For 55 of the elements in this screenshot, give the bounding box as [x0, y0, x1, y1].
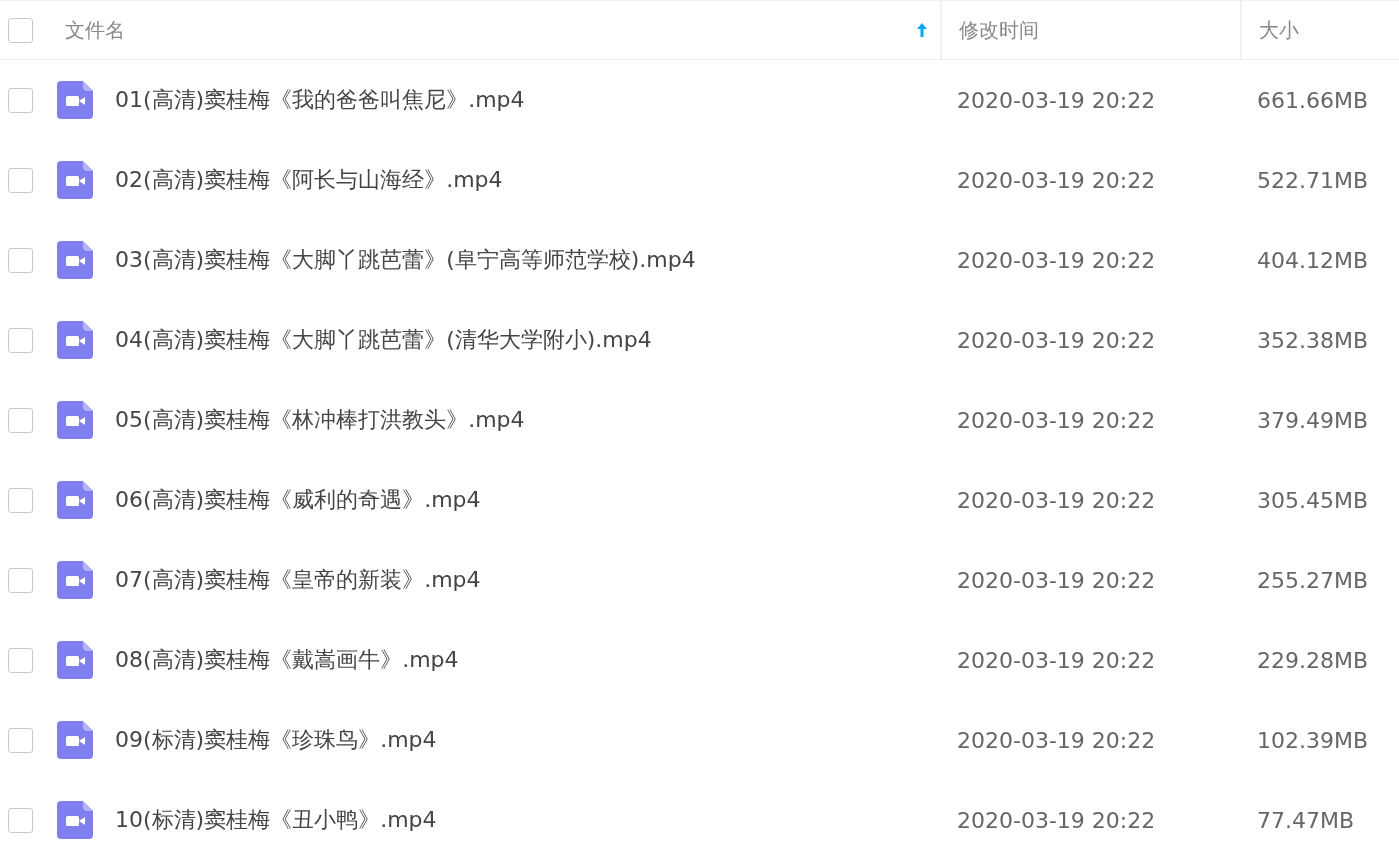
file-name[interactable]: 09(标清)窦桂梅《珍珠鸟》.mp4 [115, 725, 437, 755]
file-size: 255.27MB [1256, 567, 1370, 593]
modified-time: 2020-03-19 20:22 [956, 487, 1157, 513]
checkbox[interactable] [8, 487, 33, 513]
sort-ascending-icon[interactable] [916, 22, 928, 38]
checkbox[interactable] [8, 327, 33, 353]
video-file-icon [57, 481, 93, 519]
checkbox[interactable] [8, 167, 33, 193]
modified-time: 2020-03-19 20:22 [956, 727, 1157, 753]
modified-time: 2020-03-19 20:22 [956, 807, 1157, 833]
file-size: 404.12MB [1256, 247, 1370, 273]
checkbox[interactable] [8, 247, 33, 273]
file-name[interactable]: 01(高清)窦桂梅《我的爸爸叫焦尼》.mp4 [115, 85, 525, 115]
modified-time: 2020-03-19 20:22 [956, 87, 1157, 113]
video-file-icon [57, 721, 93, 759]
video-file-icon [57, 561, 93, 599]
modified-time: 2020-03-19 20:22 [956, 647, 1157, 673]
file-name[interactable]: 04(高清)窦桂梅《大脚丫跳芭蕾》(清华大学附小).mp4 [115, 325, 652, 355]
video-file-icon [57, 81, 93, 119]
checkbox[interactable] [8, 407, 33, 433]
file-name[interactable]: 10(标清)窦桂梅《丑小鸭》.mp4 [115, 805, 437, 835]
column-header[interactable]: 文件名 [65, 16, 916, 44]
file-size: 661.66MB [1256, 87, 1370, 113]
checkbox[interactable] [8, 807, 33, 833]
video-file-icon [57, 241, 93, 279]
video-file-icon [57, 641, 93, 679]
checkbox[interactable] [8, 87, 33, 113]
modified-time: 2020-03-19 20:22 [956, 167, 1157, 193]
video-file-icon [57, 801, 93, 839]
file-size: 229.28MB [1256, 647, 1370, 673]
modified-time: 2020-03-19 20:22 [956, 247, 1157, 273]
file-name[interactable]: 05(高清)窦桂梅《林冲棒打洪教头》.mp4 [115, 405, 525, 435]
column-header[interactable]: 修改时间 [959, 16, 1039, 44]
file-size: 77.47MB [1256, 807, 1356, 833]
file-size: 379.49MB [1256, 407, 1370, 433]
modified-time: 2020-03-19 20:22 [956, 327, 1157, 353]
file-name[interactable]: 03(高清)窦桂梅《大脚丫跳芭蕾》(阜宁高等师范学校).mp4 [115, 245, 696, 275]
checkbox[interactable] [8, 647, 33, 673]
checkbox[interactable] [8, 567, 33, 593]
video-file-icon [57, 401, 93, 439]
file-name[interactable]: 06(高清)窦桂梅《威利的奇遇》.mp4 [115, 485, 481, 515]
checkbox[interactable] [8, 727, 33, 753]
file-size: 305.45MB [1256, 487, 1370, 513]
file-size: 522.71MB [1256, 167, 1370, 193]
video-file-icon [57, 321, 93, 359]
modified-time: 2020-03-19 20:22 [956, 407, 1157, 433]
column-header[interactable]: 大小 [1259, 16, 1299, 44]
file-name[interactable]: 07(高清)窦桂梅《皇帝的新装》.mp4 [115, 565, 481, 595]
file-name[interactable]: 08(高清)窦桂梅《戴嵩画牛》.mp4 [115, 645, 459, 675]
file-size: 102.39MB [1256, 727, 1370, 753]
file-name[interactable]: 02(高清)窦桂梅《阿长与山海经》.mp4 [115, 165, 503, 195]
file-size: 352.38MB [1256, 327, 1370, 353]
modified-time: 2020-03-19 20:22 [956, 567, 1157, 593]
video-file-icon [57, 161, 93, 199]
checkbox[interactable] [8, 17, 33, 43]
